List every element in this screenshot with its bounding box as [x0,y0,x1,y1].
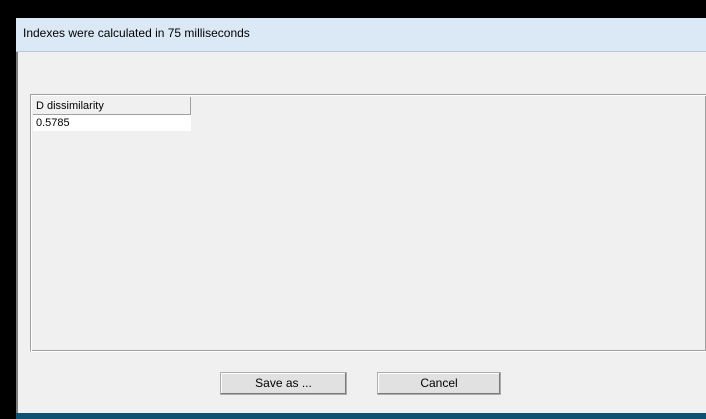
window-bottom-edge [16,413,706,419]
results-grid[interactable]: D dissimilarity 0.5785 [33,97,191,131]
dialog-title: Indexes were calculated in 75 millisecon… [23,26,250,40]
window-left-frame [16,18,18,419]
dialog-titlebar[interactable]: Indexes were calculated in 75 millisecon… [16,18,706,52]
cancel-button[interactable]: Cancel [377,372,501,395]
indexes-dialog: Indexes were calculated in 75 millisecon… [16,18,706,419]
screen: Indexes were calculated in 75 millisecon… [0,0,706,419]
cell-d-dissimilarity-value[interactable]: 0.5785 [33,115,191,131]
save-as-button[interactable]: Save as ... [220,372,347,395]
column-header-d-dissimilarity[interactable]: D dissimilarity [33,97,191,115]
results-panel: D dissimilarity 0.5785 [30,94,706,352]
